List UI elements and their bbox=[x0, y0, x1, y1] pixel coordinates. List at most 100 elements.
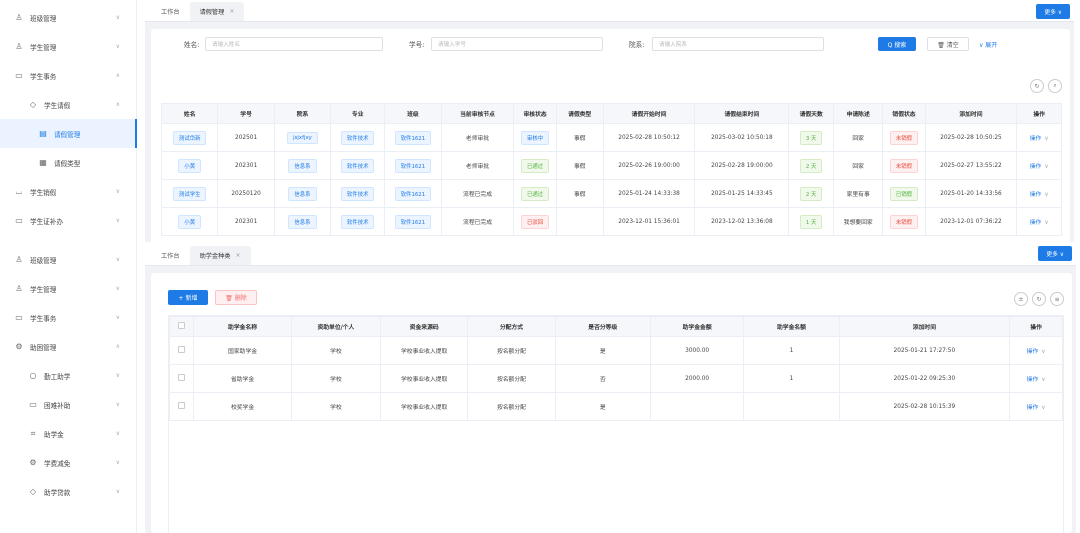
sidebar-item-label: 请假管理 bbox=[54, 130, 81, 139]
close-icon[interactable]: × bbox=[229, 8, 234, 15]
search-toggle-icon[interactable]: ⌕ bbox=[1048, 79, 1062, 93]
sidebar-item-student-management[interactable]: ♙ 学生管理 ∨ bbox=[0, 32, 136, 61]
chevron-down-icon: ∨ bbox=[115, 43, 120, 50]
sidebar-item-student-leave[interactable]: ◇ 学生请假 ∧ bbox=[0, 90, 136, 119]
operation-dropdown[interactable]: 操作 ∨ bbox=[1016, 151, 1062, 180]
sidebar-item-fee-waiver[interactable]: ⚙ 学费减免 ∨ bbox=[0, 448, 136, 477]
sidebar-item-student-card[interactable]: ▭ 学生证补办 ∨ bbox=[0, 206, 136, 235]
sidebar-item-class-management[interactable]: ♙ 班级管理 ∨ bbox=[0, 3, 136, 32]
refresh-icon[interactable]: ↻ bbox=[1030, 79, 1044, 93]
row-checkbox[interactable] bbox=[168, 392, 195, 421]
tab-workbench[interactable]: 工作台 bbox=[151, 246, 190, 265]
major-tag: 软件技术 bbox=[340, 130, 375, 145]
table-cell: 2025-03-02 10:50:18 bbox=[694, 123, 790, 152]
sidebar-item-work-study[interactable]: ○ 勤工助学 ∨ bbox=[0, 361, 136, 390]
table-row: 测试岱新 202501 jsjxfjxy 软件技术 软件1621 老师审批 审核… bbox=[160, 123, 1062, 152]
sidebar-item-student-management[interactable]: ♙ 学生管理 ∨ bbox=[0, 274, 136, 303]
table-cell: 2023-12-01 15:36:01 bbox=[602, 207, 696, 236]
sidebar-item-class-management[interactable]: ♙ 班级管理 ∨ bbox=[0, 245, 136, 274]
close-icon[interactable]: × bbox=[236, 252, 241, 259]
operation-dropdown[interactable]: 操作 ∨ bbox=[1016, 123, 1062, 152]
table-cell: 按名额分配 bbox=[467, 336, 556, 365]
collapse-search-icon[interactable]: ± bbox=[1014, 292, 1028, 306]
sidebar-item-label: 助学金 bbox=[44, 430, 64, 439]
operation-dropdown[interactable]: 操作 ∨ bbox=[1016, 207, 1062, 236]
sidebar-item-cancel-leave[interactable]: ⌴ 学生销假 ∨ bbox=[0, 177, 136, 206]
table-cell: 国家助学金 bbox=[193, 336, 292, 365]
more-button[interactable]: 更多 ∨ bbox=[1036, 4, 1070, 19]
grant-table: 助学金名称 资助单位/个人 资金来源码 分配方式 是否分等级 助学金金额 助学金… bbox=[168, 315, 1064, 533]
more-button[interactable]: 更多 ∨ bbox=[1038, 246, 1072, 261]
operation-dropdown[interactable]: 操作 ∨ bbox=[1009, 364, 1063, 393]
column-header: 审核状态 bbox=[513, 103, 557, 124]
column-header: 申请陈述 bbox=[832, 103, 884, 124]
leave-table: 姓名 学号 院系 专业 班级 当前审核节点 审核状态 请假类型 请假开始时间 请… bbox=[160, 103, 1062, 236]
table-cell: 是 bbox=[554, 392, 651, 421]
operation-dropdown[interactable]: 操作 ∨ bbox=[1016, 179, 1062, 208]
row-checkbox[interactable] bbox=[168, 364, 195, 393]
operation-dropdown[interactable]: 操作 ∨ bbox=[1009, 392, 1063, 421]
operation-label: 操作 bbox=[1026, 405, 1039, 411]
chevron-up-icon: ∧ bbox=[115, 72, 120, 79]
chevron-down-icon: ∨ bbox=[115, 256, 120, 263]
table-cell: 学校事业收入提取 bbox=[380, 336, 469, 365]
table-cell: 事假 bbox=[555, 151, 604, 180]
table-cell bbox=[743, 392, 840, 421]
operation-dropdown[interactable]: 操作 ∨ bbox=[1009, 336, 1063, 365]
sidebar-item-label: 学生事务 bbox=[30, 314, 57, 323]
chevron-down-icon: ∨ bbox=[1041, 377, 1046, 383]
sidebar-item-grant[interactable]: ⌗ 助学金 ∨ bbox=[0, 419, 136, 448]
column-header: 操作 bbox=[1009, 316, 1063, 337]
student-icon: ♙ bbox=[15, 284, 23, 293]
table-row: 测试学生 20250120 信息系 软件技术 软件1621 流程已完成 已通过 … bbox=[160, 179, 1062, 208]
column-header: 请假类型 bbox=[555, 103, 604, 124]
work-study-icon: ○ bbox=[29, 371, 37, 380]
sidebar-item-label: 学生管理 bbox=[30, 43, 57, 52]
leave-card: 姓名: 请输入姓名 学号: 请输入学号 院系: 请输入院系 Q 搜索 🗑 清空 … bbox=[151, 29, 1070, 242]
delete-button[interactable]: 🗑 删除 bbox=[215, 290, 257, 305]
sidebar-item-leave-management[interactable]: ▤ 请假管理 bbox=[0, 119, 137, 148]
checkbox-icon bbox=[178, 402, 186, 409]
expand-link[interactable]: ∨ 展开 bbox=[979, 40, 997, 49]
table-cell: 2025-02-28 10:50:25 bbox=[924, 123, 1018, 152]
major-tag: 软件技术 bbox=[340, 214, 375, 229]
search-form: 姓名: 请输入姓名 学号: 请输入学号 院系: 请输入院系 Q 搜索 🗑 清空 … bbox=[151, 29, 1070, 59]
class-tag: 软件1621 bbox=[394, 158, 432, 173]
table-row: 小黄 202301 信息系 软件技术 软件1621 老师审批 已通过 事假 20… bbox=[160, 151, 1062, 180]
select-all-checkbox[interactable] bbox=[168, 316, 195, 337]
column-header: 请假天数 bbox=[788, 103, 834, 124]
table-cell: 流程已完成 bbox=[440, 207, 515, 236]
tab-leave-management[interactable]: 请假管理 × bbox=[189, 2, 245, 21]
refresh-icon[interactable]: ↻ bbox=[1032, 292, 1046, 306]
chevron-down-icon: ∨ bbox=[115, 459, 120, 466]
status-badge: 已驳回 bbox=[521, 214, 550, 229]
sidebar-item-hardship-subsidy[interactable]: ▭ 困难补助 ∨ bbox=[0, 390, 136, 419]
name-tag: 小黄 bbox=[178, 158, 202, 173]
leave-management-pane: ♙ 班级管理 ∨ ♙ 学生管理 ∨ ▭ 学生事务 ∧ ◇ 学生请假 ∧ ▤ 请假… bbox=[0, 0, 1080, 242]
name-input[interactable]: 请输入姓名 bbox=[205, 37, 383, 51]
tab-workbench[interactable]: 工作台 bbox=[151, 2, 190, 21]
status-badge: 审核中 bbox=[521, 130, 550, 145]
sidebar-item-aid-management[interactable]: ⚙ 助困管理 ∧ bbox=[0, 332, 136, 361]
table-cell: 学校 bbox=[290, 336, 382, 365]
department-input[interactable]: 请输入院系 bbox=[652, 37, 824, 51]
grant-icon: ⌗ bbox=[30, 428, 36, 438]
tab-grant-types[interactable]: 助学金种类 × bbox=[189, 246, 251, 265]
name-tag: 测试岱新 bbox=[172, 130, 207, 145]
row-checkbox[interactable] bbox=[168, 336, 195, 365]
column-settings-icon[interactable]: ≡ bbox=[1050, 292, 1064, 306]
add-button[interactable]: + 新增 bbox=[168, 290, 208, 305]
student-id-input[interactable]: 请输入学号 bbox=[431, 37, 603, 51]
sidebar-item-leave-type[interactable]: ▦ 请假类型 bbox=[0, 148, 136, 177]
clear-button[interactable]: 🗑 清空 bbox=[927, 37, 969, 51]
table-cell: 2025-02-27 13:55:22 bbox=[924, 151, 1018, 180]
leave-type-icon: ▦ bbox=[39, 158, 47, 167]
table-cell: 3000.00 bbox=[649, 336, 745, 365]
sidebar-item-student-affairs[interactable]: ▭ 学生事务 ∧ bbox=[0, 61, 136, 90]
sidebar-item-student-loan[interactable]: ◇ 助学贷款 ∨ bbox=[0, 477, 136, 506]
sidebar-item-student-affairs[interactable]: ▭ 学生事务 ∨ bbox=[0, 303, 136, 332]
table-cell: 我想要回家 bbox=[832, 207, 884, 236]
search-button[interactable]: Q 搜索 bbox=[878, 37, 916, 51]
grant-card: + 新增 🗑 删除 ± ↻ ≡ 助学金名称 资助单位/个人 资金来源码 分配方式… bbox=[151, 273, 1072, 533]
table-row: 国家助学金 学校 学校事业收入提取 按名额分配 是 3000.00 1 2025… bbox=[168, 336, 1063, 365]
